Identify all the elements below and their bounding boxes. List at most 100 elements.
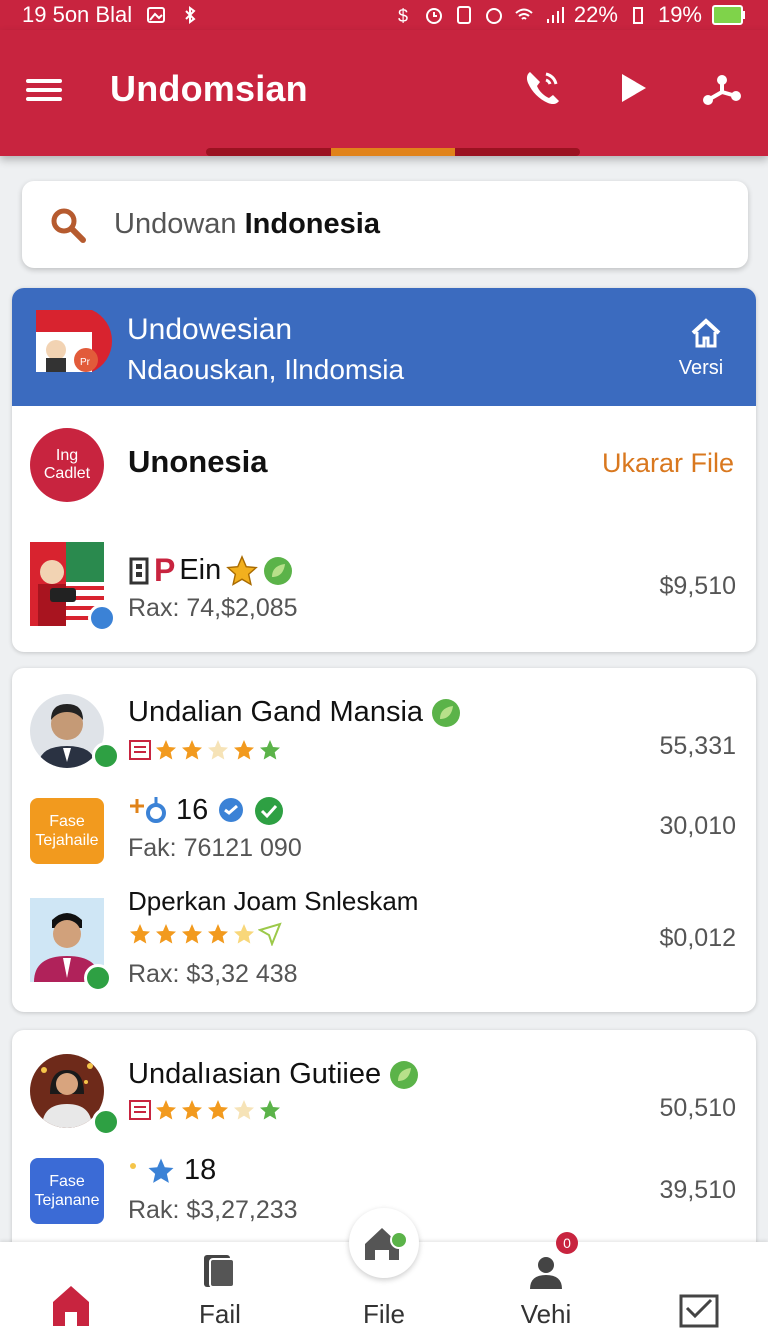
tag-icon — [129, 1100, 151, 1120]
star-half-icon — [208, 740, 228, 760]
versi-button[interactable]: Versi — [679, 316, 728, 380]
flag-thumbnail: Pr — [36, 310, 113, 372]
search-input[interactable]: Undowan Indonesia — [114, 208, 380, 241]
star-half-icon — [234, 924, 254, 944]
list-item[interactable]: Fase Tejahaile 16 Fak: 76121 090 30,010 — [12, 790, 756, 870]
tag-icon — [129, 740, 151, 760]
document-icon — [204, 1255, 235, 1288]
wifi-icon — [515, 8, 533, 20]
verified-icon — [88, 604, 116, 632]
star-full-icon — [156, 924, 176, 944]
star-full-icon — [156, 740, 176, 760]
gallery-icon — [147, 7, 166, 23]
item-name: 18 — [128, 1154, 216, 1187]
svg-text:Pr: Pr — [80, 357, 91, 368]
signal-icon — [546, 7, 564, 23]
check-circle-icon — [255, 796, 284, 825]
nav-fail[interactable]: Fail — [180, 1242, 260, 1344]
item-value: 30,010 — [659, 812, 736, 840]
section-title: Unonesia — [128, 444, 268, 479]
verified-icon — [92, 742, 120, 770]
card-header[interactable]: Pr Undowesian Ndaouskan, Ilndomsia Versi — [12, 288, 756, 406]
home-fab[interactable] — [349, 1208, 419, 1278]
sync-icon — [485, 8, 502, 24]
star-full-icon — [182, 740, 202, 760]
svg-text:$: $ — [398, 6, 408, 25]
bluetooth-icon — [185, 6, 196, 24]
dollar-icon: $ — [398, 6, 408, 25]
ukarar-file-link[interactable]: Ukarar File — [602, 448, 734, 479]
search-icon — [51, 208, 86, 243]
item-name: Dperkan Joam Snleskam — [128, 886, 419, 916]
fase-badge: Fase Tejahaile — [30, 798, 104, 864]
nav-home[interactable] — [36, 1242, 106, 1344]
item-name: P Ein — [128, 552, 293, 589]
sim-icon — [456, 6, 471, 24]
item-value: $9,510 — [659, 572, 736, 600]
list-item[interactable]: Undalian Gand Mansia 55,331 — [12, 690, 756, 790]
star-full-icon — [182, 1100, 202, 1120]
star-half-icon — [234, 1100, 254, 1120]
star-full-icon — [182, 924, 202, 944]
star-full-icon — [208, 924, 228, 944]
leaf-icon — [390, 1060, 419, 1089]
category-badge[interactable]: Ing Cadlet — [30, 428, 104, 502]
item-sub: Rak: $3,27,233 — [128, 1196, 298, 1224]
leaf-icon — [432, 698, 461, 727]
versi-label: Versi — [678, 357, 724, 379]
battery-small-icon — [632, 7, 643, 24]
item-name: 16 — [128, 794, 284, 827]
dot-icon — [130, 1162, 136, 1169]
battery-icon — [712, 5, 745, 25]
list-item[interactable]: Undalıasian Gutiiee 50,510 — [12, 1052, 756, 1152]
star-green-icon — [260, 740, 280, 760]
rating-stars — [128, 1098, 282, 1122]
home-icon — [691, 318, 721, 348]
star-blue-icon — [148, 1158, 174, 1183]
star-full-icon — [234, 740, 254, 760]
nav-vehi[interactable]: Vehi — [506, 1242, 586, 1344]
item-sub: Rax: 74,$2,085 — [128, 594, 298, 622]
chat-icon — [219, 797, 244, 822]
star-full-icon — [130, 924, 150, 944]
item-value: 39,510 — [659, 1176, 736, 1204]
star-green-icon — [260, 1100, 280, 1120]
send-icon — [258, 922, 282, 946]
home-icon — [53, 1286, 89, 1326]
user-icon — [530, 1257, 562, 1289]
verified-icon — [84, 964, 112, 992]
rating-stars — [128, 738, 282, 762]
item-name: Undalıasian Gutiiee — [128, 1058, 419, 1091]
battery-percent-2: 19% — [657, 2, 702, 27]
fase-badge: Fase Tejanane — [30, 1158, 104, 1224]
list-card-1: Undalian Gand Mansia 55,331 Fase Tejahai… — [12, 668, 756, 1012]
star-icon — [226, 554, 259, 586]
tab-indicator — [206, 148, 580, 156]
list-item[interactable]: P Ein Rax: 74,$2,085 $9,510 — [12, 538, 756, 632]
battery-percent-1: 22% — [573, 2, 618, 27]
home-plus-icon — [365, 1228, 408, 1260]
phone-icon[interactable] — [520, 66, 564, 110]
notification-badge: 0 — [556, 1232, 578, 1254]
list-item[interactable]: Dperkan Joam Snleskam Rax: $3,32 438 $0,… — [12, 880, 756, 992]
pin-icon — [130, 796, 166, 823]
item-sub: Rax: $3,32 438 — [128, 960, 298, 988]
share-icon[interactable] — [700, 66, 744, 110]
menu-icon[interactable] — [26, 74, 62, 104]
item-name: Undalian Gand Mansia — [128, 696, 461, 729]
star-full-icon — [156, 1100, 176, 1120]
play-icon[interactable] — [612, 66, 656, 110]
app-title: Undomsian — [110, 68, 308, 109]
status-time: 19 5on Blal — [22, 2, 133, 27]
alarm-icon — [425, 8, 442, 24]
header-title: Undowesian — [127, 313, 293, 346]
nav-messages[interactable] — [664, 1242, 734, 1344]
rating-stars — [128, 922, 282, 946]
item-value: $0,012 — [659, 924, 736, 952]
item-value: 55,331 — [659, 732, 736, 760]
tag-icon — [129, 557, 149, 584]
section-header: Ing Cadlet Unonesia Ukarar File — [12, 418, 756, 508]
item-value: 50,510 — [659, 1094, 736, 1122]
search-bar[interactable]: Undowan Indonesia — [22, 181, 748, 268]
profile-card: Pr Undowesian Ndaouskan, Ilndomsia Versi… — [12, 288, 756, 652]
